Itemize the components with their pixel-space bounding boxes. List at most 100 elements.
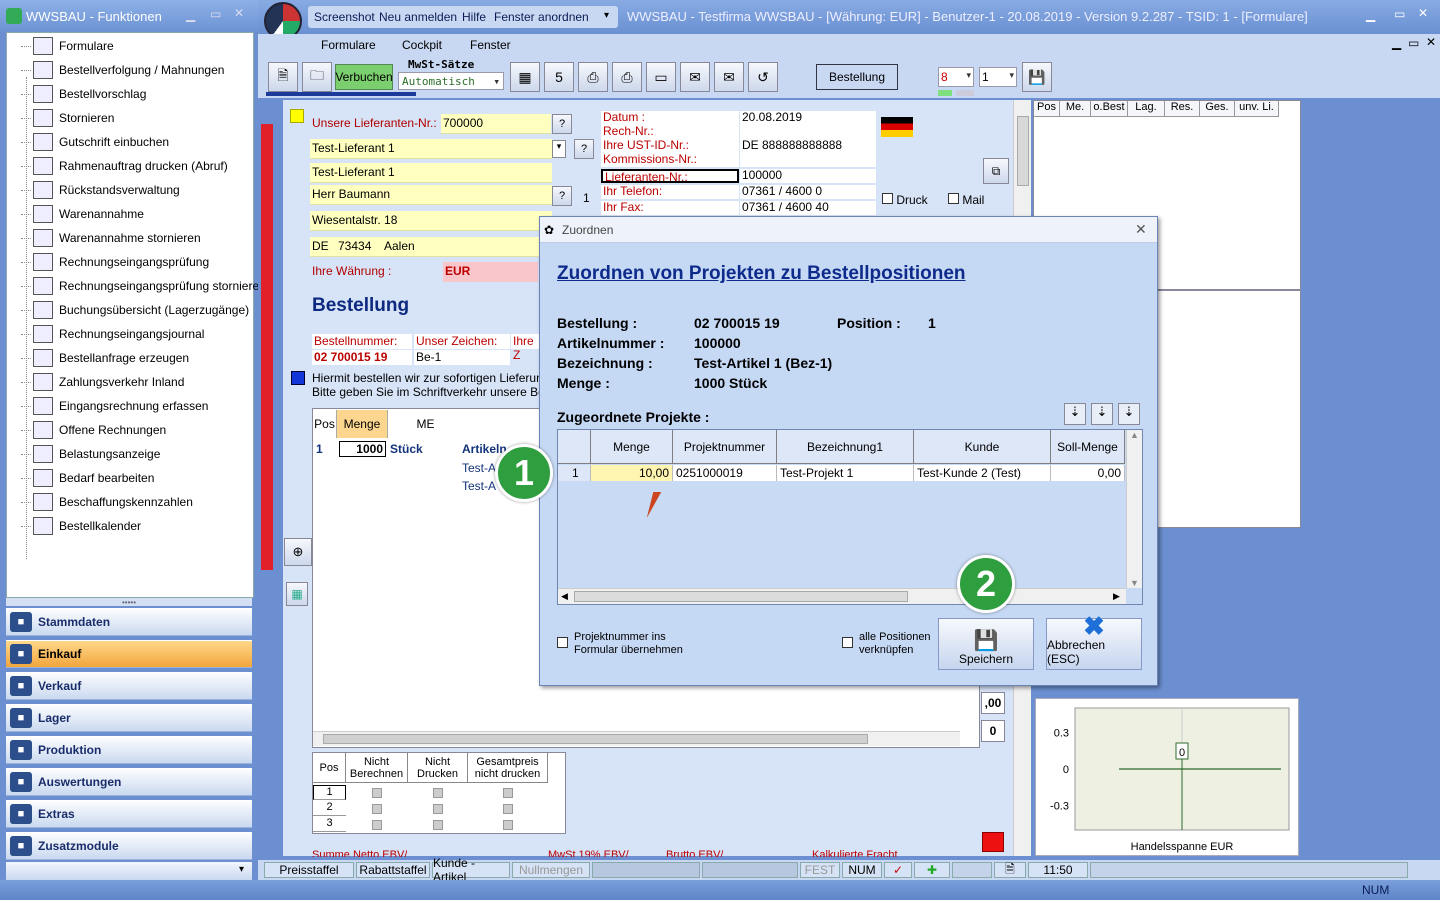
unser-zeichen-value[interactable]: Be-1 [414,350,510,365]
copy-icon[interactable]: ⧉ [983,158,1009,184]
tree-item[interactable]: Warenannahme stornieren [21,227,201,249]
currency-value[interactable]: EUR [443,262,538,282]
tree-item[interactable]: Belastungsanzeige [21,443,160,465]
mdi-close-icon[interactable]: ✕ [1426,35,1436,49]
country-field[interactable]: DE [310,237,336,257]
menu-neu-anmelden[interactable]: Neu anmelden [379,10,457,24]
main-minimize-icon[interactable]: ▁ [1366,8,1375,22]
back-icon[interactable]: ↺ [748,62,778,92]
options-checkbox[interactable] [503,788,513,798]
stock-grid-header[interactable]: Me. [1060,101,1091,117]
projektnummer-checkbox[interactable]: Projektnummer ins Formular übernehmen [557,631,694,657]
tree-item[interactable]: Beschaffungskennzahlen [21,491,193,513]
close-icon[interactable]: ✕ [234,6,244,20]
tree-item[interactable]: Bestellanfrage erzeugen [21,347,189,369]
options-checkbox[interactable] [503,804,513,814]
stock-grid-header[interactable]: Res. [1165,101,1200,117]
tree-item[interactable]: Formulare [21,35,114,57]
right-field-value[interactable]: 100000 [740,169,876,183]
mail-check-icon[interactable]: ✉ [714,62,744,92]
menu-hilfe[interactable]: Hilfe [462,10,486,24]
mdi-restore-icon[interactable]: ▭ [1408,36,1419,50]
status-check-icon[interactable]: ✓ [884,862,912,878]
help-question-icon[interactable]: ? [552,114,572,134]
status-doc-icon[interactable]: 🗎 [994,862,1026,878]
status-rabattstaffel[interactable]: Rabattstaffel [356,862,430,878]
nav-produktion[interactable]: ■ Produktion [6,736,252,764]
mail-checkbox-box[interactable] [948,193,959,204]
tree-item[interactable]: Bedarf bearbeiten [21,467,154,489]
combo-1[interactable]: 1 ▾ [979,67,1017,87]
hscroll-thumb[interactable] [323,734,868,744]
nav-verkauf[interactable]: ■ Verkauf [6,672,252,700]
grid-header-kunde[interactable]: Kunde [914,430,1051,464]
tree-item[interactable]: Rahmenauftrag drucken (Abruf) [21,155,228,177]
side-button-0[interactable]: 0 [981,720,1005,742]
nav-einkauf[interactable]: ■ Einkauf [6,640,252,668]
nav-lager[interactable]: ■ Lager [6,704,252,732]
stock-grid-header[interactable]: Lag. [1128,101,1165,117]
druck-checkbox[interactable]: Druck [882,193,928,207]
printer-icon[interactable]: ⎙ [578,62,608,92]
tree-item[interactable]: Rechnungseingangsprüfung stornieren [21,275,266,297]
chevron-down-icon[interactable]: ▾ [1009,70,1014,81]
grid-cell-bezeichnung1[interactable]: Test-Projekt 1 [777,465,914,481]
address-line-2[interactable]: Test-Lieferant 1 [310,163,552,183]
grid-cell-projektnummer[interactable]: 0251000019 [673,465,777,481]
status-kunde-artikel[interactable]: Kunde - Artikel [432,856,510,884]
fax-add-icon[interactable]: ⊕ [284,538,312,566]
alle-positionen-checkbox-box[interactable] [842,637,853,648]
minimize-icon[interactable]: ▁ [186,8,195,22]
grid-header-projektnummer[interactable]: Projektnummer [673,430,777,464]
tree-item[interactable]: Bestellvorschlag [21,83,146,105]
options-checkbox[interactable] [503,820,513,830]
restore-icon[interactable]: ▭ [210,7,221,21]
stock-grid-header[interactable]: Pos [1034,101,1060,117]
grid-header-bezeichnung1[interactable]: Bezeichnung1 [777,430,914,464]
cancel-button[interactable]: ✖ Abbrechen (ESC) [1046,613,1142,670]
options-checkbox[interactable] [372,804,382,814]
sort-add-icon[interactable]: ⇣ [1091,403,1113,425]
address-dropdown[interactable]: ▾ [552,140,566,158]
mail-icon[interactable]: ✉ [680,62,710,92]
scroll-up-icon[interactable]: ▲ [1130,430,1139,440]
scroll-left-icon[interactable]: ◀ [561,591,568,602]
druck-checkbox-box[interactable] [882,193,893,204]
status-preisstaffel[interactable]: Preisstaffel [264,862,354,878]
menu-formulare[interactable]: Formulare [321,38,376,52]
red-stop-icon[interactable] [982,832,1004,852]
grid-header-soll-menge[interactable]: Soll-Menge [1051,430,1125,464]
options-checkbox[interactable] [372,788,382,798]
bestellung-button[interactable]: Bestellung [816,64,898,90]
options-checkbox[interactable] [433,788,443,798]
position-menge[interactable]: 1000 [339,441,386,457]
nav-footer[interactable]: ▾ [6,862,252,880]
mail-checkbox[interactable]: Mail [948,193,984,207]
tree-item[interactable]: Offene Rechnungen [21,419,166,441]
mdi-minimize-icon[interactable]: ▁ [1392,36,1401,50]
right-field-value[interactable] [740,153,876,167]
grid-hscroll[interactable]: ◀ ▶ [558,588,1126,604]
grid-cell-soll[interactable]: 0,00 [1051,465,1125,481]
help-question-icon[interactable]: ? [574,139,594,159]
chevron-down-icon[interactable]: ▾ [493,75,500,88]
tree-item[interactable]: Bestellkalender [21,515,141,537]
print-preview-icon[interactable]: ⎙ [612,62,642,92]
address-line-3[interactable]: Herr Baumann [310,185,552,205]
open-document-icon[interactable]: 🗀 [302,62,332,92]
right-field-value[interactable]: 07361 / 4600 40 [740,201,876,215]
monitor-icon[interactable]: ▭ [646,62,676,92]
right-field-value[interactable] [740,125,876,139]
sort-az-icon[interactable]: ⇣ [1064,403,1086,425]
tree-item[interactable]: Zahlungsverkehr Inland [21,371,184,393]
main-close-icon[interactable]: ✕ [1418,6,1428,20]
tree-item[interactable]: Rückstandsverwaltung [21,179,180,201]
address-line-1[interactable]: Test-Lieferant 1 [310,139,552,159]
vscroll-thumb[interactable] [1017,116,1029,186]
bestellnummer-value[interactable]: 02 700015 19 [312,350,412,365]
grid-header-menge[interactable]: Menge [591,430,673,464]
stock-grid-header[interactable]: o.Best [1091,101,1128,117]
grid-vscroll[interactable]: ▲ ▼ [1126,430,1142,588]
tree-item[interactable]: Stornieren [21,107,114,129]
right-field-value[interactable]: DE 888888888888 [740,139,876,153]
